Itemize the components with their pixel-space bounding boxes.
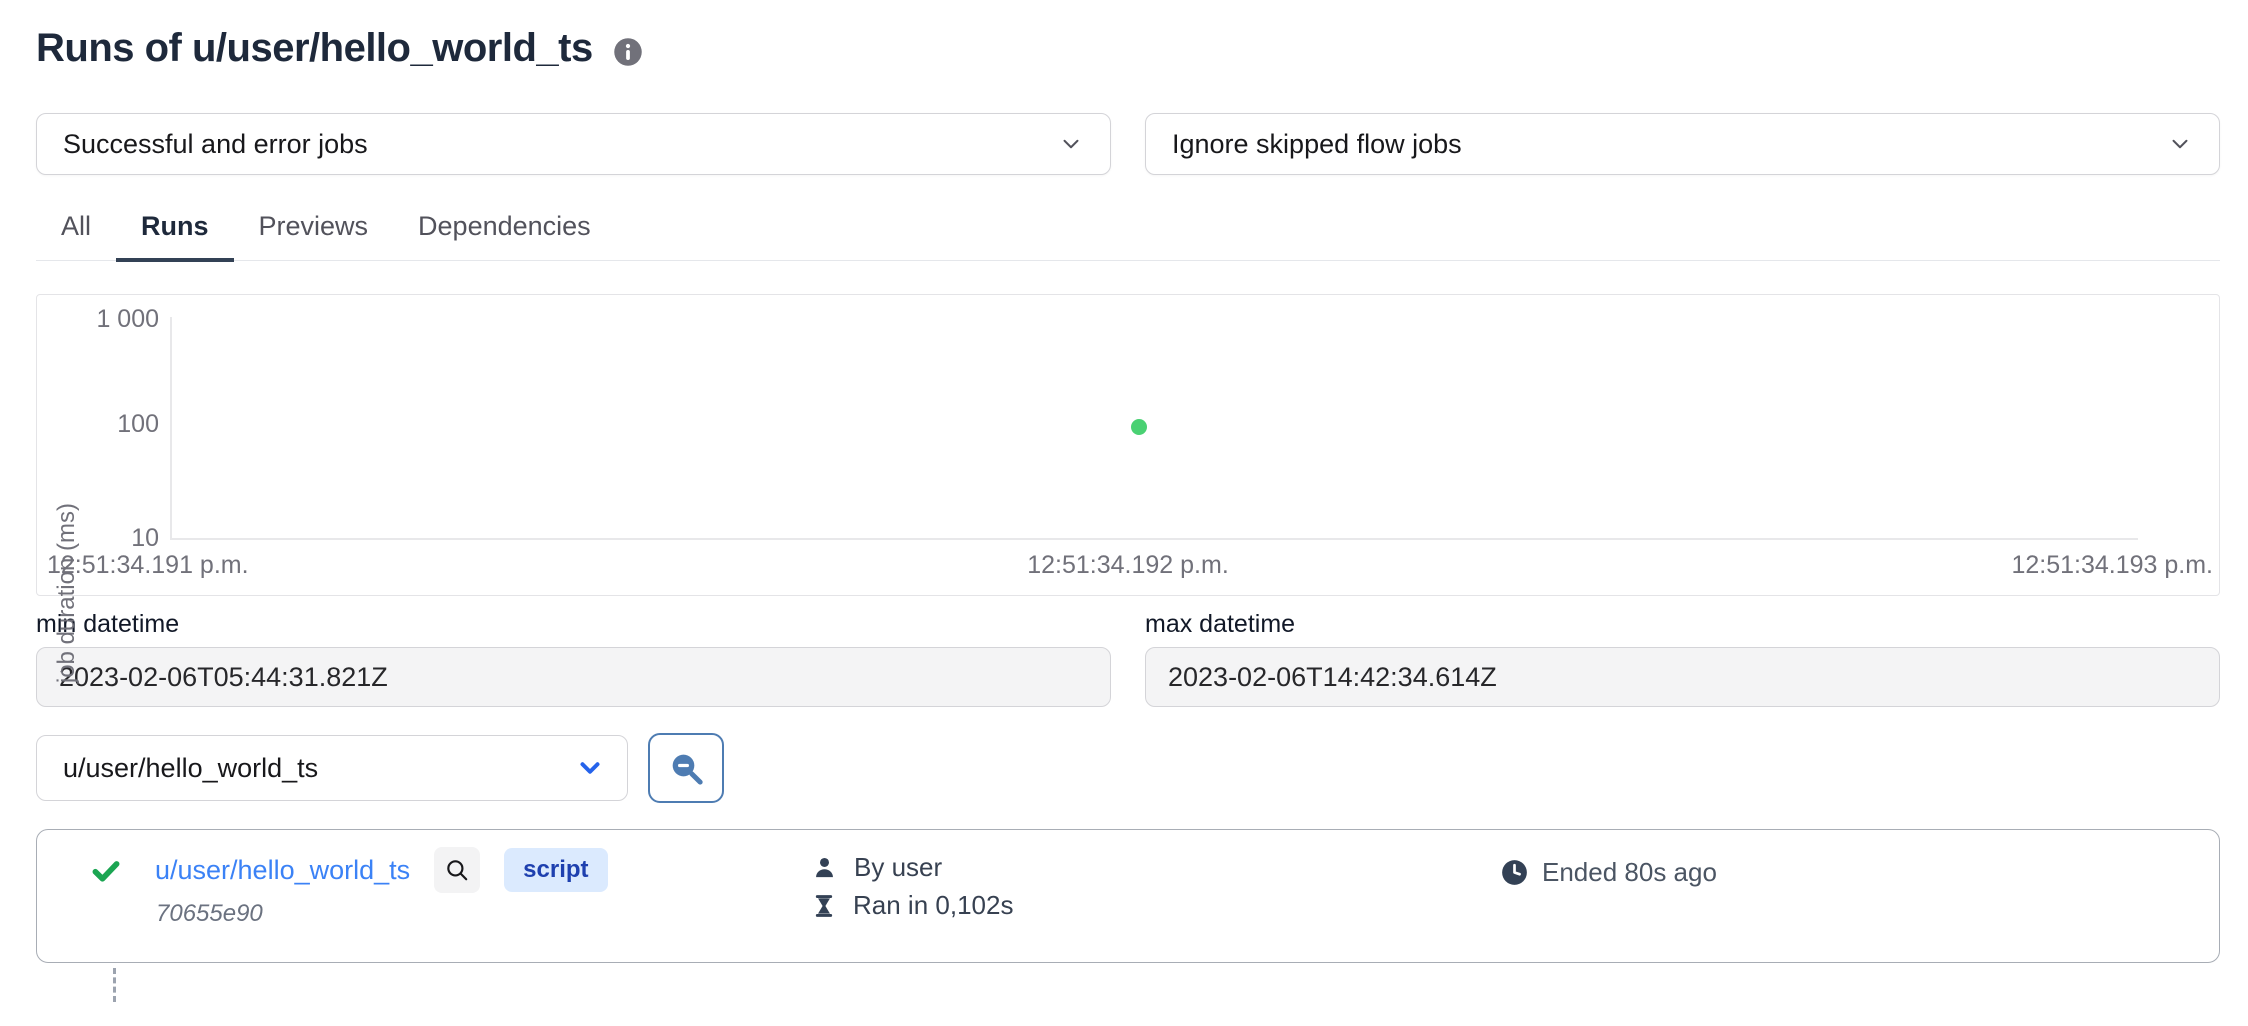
hourglass-icon [811,893,837,919]
skipped-flow-select-value: Ignore skipped flow jobs [1172,129,1462,160]
chevron-down-icon [1058,131,1084,157]
run-main-info: u/user/hello_world_ts script [155,847,608,893]
filter-row: Successful and error jobs Ignore skipped… [36,113,2220,175]
inspect-run-button[interactable] [434,847,480,893]
skipped-flow-select[interactable]: Ignore skipped flow jobs [1145,113,2220,175]
chart-x-tick: 12:51:34.193 p.m. [2011,551,2213,580]
chart-y-tick: 100 [37,411,159,437]
chart-y-tick: 10 [37,525,159,551]
run-by-text: By user [854,852,942,883]
magnifier-minus-icon [666,748,706,788]
run-duration-row: Ran in 0,102s [811,890,1013,921]
chart-x-axis-line [170,538,2138,540]
max-datetime-group: max datetime [1145,610,2220,707]
run-row[interactable]: u/user/hello_world_ts script 70655e90 By… [36,829,2220,963]
run-ended-row: Ended 80s ago [1501,857,1717,888]
chart-y-axis-line [170,317,172,540]
chart-x-tick: 12:51:34.191 p.m. [47,551,249,580]
max-datetime-input[interactable] [1145,647,2220,707]
duration-chart: job duration (ms) 1 000 100 10 12:51:34.… [36,294,2220,596]
min-datetime-label: min datetime [36,610,1111,639]
job-status-select-value: Successful and error jobs [63,129,368,160]
page-header: Runs of u/user/hello_world_ts [36,26,2220,71]
clock-icon [1501,859,1528,886]
run-meta: By user Ran in 0,102s [811,852,1013,921]
tab-all[interactable]: All [36,205,116,262]
chevron-down-icon [2167,131,2193,157]
run-id: 70655e90 [156,900,263,928]
script-path-select-value: u/user/hello_world_ts [63,753,318,784]
timeline-connector [113,968,116,1002]
datetime-filter-row: min datetime max datetime [36,610,2220,707]
job-status-select[interactable]: Successful and error jobs [36,113,1111,175]
search-runs-button[interactable] [648,733,724,803]
tab-dependencies[interactable]: Dependencies [393,205,616,262]
tab-bar: All Runs Previews Dependencies [36,205,2220,261]
path-filter-row: u/user/hello_world_ts [36,733,2220,803]
chevron-down-icon [575,753,605,783]
job-kind-badge: script [504,848,607,892]
run-duration-text: Ran in 0,102s [853,890,1013,921]
max-datetime-label: max datetime [1145,610,2220,639]
success-check-icon [89,854,123,888]
person-icon [811,854,838,881]
chart-x-tick: 12:51:34.192 p.m. [1027,551,1229,580]
tab-runs[interactable]: Runs [116,205,234,262]
chart-x-ticks: 12:51:34.191 p.m. 12:51:34.192 p.m. 12:5… [37,551,2219,583]
run-by-row: By user [811,852,1013,883]
chart-y-tick: 1 000 [37,306,159,332]
tab-previews[interactable]: Previews [234,205,394,262]
min-datetime-input[interactable] [36,647,1111,707]
min-datetime-group: min datetime [36,610,1111,707]
run-ended-text: Ended 80s ago [1542,857,1717,888]
page-title: Runs of u/user/hello_world_ts [36,26,593,71]
script-path-select[interactable]: u/user/hello_world_ts [36,735,628,801]
run-path-link[interactable]: u/user/hello_world_ts [155,855,410,886]
magnifier-icon [444,857,470,883]
info-icon[interactable] [613,37,643,67]
run-data-point[interactable] [1131,419,1147,435]
runs-page: Runs of u/user/hello_world_ts Successful… [0,0,2248,1002]
